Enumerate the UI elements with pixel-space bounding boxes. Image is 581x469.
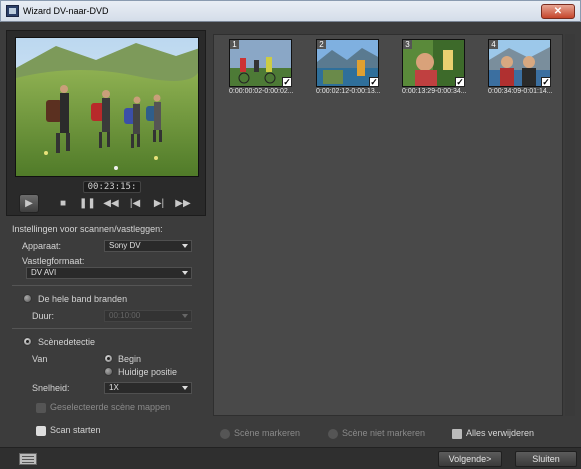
timecode-display: 00:23:15: <box>83 181 141 193</box>
from-begin-radio[interactable] <box>104 354 113 363</box>
previous-frame-icon[interactable]: |◀ <box>127 196 143 212</box>
device-select[interactable]: Sony DV <box>104 240 192 252</box>
cross-circle-icon <box>328 428 338 439</box>
scene-checkbox[interactable]: ✓ <box>541 77 551 87</box>
unmark-scenes-button[interactable]: Scène niet markeren <box>328 428 425 439</box>
title-bar: Wizard DV-naar-DVD ✕ <box>0 0 581 22</box>
close-button[interactable]: Sluiten <box>515 451 577 467</box>
trash-icon <box>452 428 462 439</box>
pause-icon[interactable]: ❚❚ <box>79 196 96 212</box>
scene-thumbnail[interactable]: 2 ✓ 0:00:02:12-0:00:13... <box>316 39 384 99</box>
skip-selected-button[interactable]: Geselecteerde scène mappen <box>36 402 170 413</box>
camcorder-icon <box>36 425 46 436</box>
device-label: Apparaat: <box>22 241 62 251</box>
rewind-icon[interactable]: ◀◀ <box>103 196 119 212</box>
divider <box>12 285 192 286</box>
from-current-label: Huidige positie <box>118 367 178 377</box>
chevron-down-icon <box>182 271 188 275</box>
divider <box>12 328 192 329</box>
scene-detection-radio[interactable] <box>23 337 32 346</box>
from-label: Van <box>32 354 48 364</box>
vertical-scrollbar[interactable] <box>565 34 575 416</box>
wizard-body: 00:23:15: ▶ ■ ❚❚ ◀◀ |◀ ▶| ▶▶ Instellinge… <box>0 22 581 469</box>
fast-forward-icon[interactable]: ▶▶ <box>175 196 191 212</box>
next-button[interactable]: Volgende> <box>438 451 502 467</box>
format-label: Vastlegformaat: <box>22 256 85 266</box>
duration-label: Duur: <box>32 311 55 321</box>
chevron-down-icon <box>182 244 188 248</box>
mark-scenes-button[interactable]: Scène markeren <box>220 428 300 439</box>
check-circle-icon <box>220 428 230 439</box>
settings-heading: Instellingen voor scannen/vastleggen: <box>12 224 163 234</box>
scene-checkbox[interactable]: ✓ <box>282 77 292 87</box>
stop-icon[interactable]: ■ <box>55 196 71 212</box>
window-title: Wizard DV-naar-DVD <box>23 6 109 16</box>
info-panel-icon[interactable] <box>19 453 37 465</box>
scene-checkbox[interactable]: ✓ <box>455 77 465 87</box>
chevron-down-icon <box>182 314 188 318</box>
scene-thumbnail[interactable]: 4 ✓ 0:00:34:09-0:01:14... <box>488 39 556 99</box>
chevron-down-icon <box>182 386 188 390</box>
burn-whole-tape-radio[interactable] <box>23 294 32 303</box>
duration-select[interactable]: 00:10:00 <box>104 310 192 322</box>
preview-panel: 00:23:15: ▶ ■ ❚❚ ◀◀ |◀ ▶| ▶▶ <box>6 30 206 216</box>
from-current-radio[interactable] <box>104 367 113 376</box>
speed-label: Snelheid: <box>32 383 70 393</box>
start-scan-button[interactable]: Scan starten <box>36 425 101 436</box>
remove-all-button[interactable]: Alles verwijderen <box>452 428 534 439</box>
scene-thumbnail[interactable]: 3 ✓ 0:00:13:29-0:00:34... <box>402 39 470 99</box>
from-begin-label: Begin <box>118 354 142 364</box>
camera-icon <box>36 402 46 413</box>
scene-detection-label: Scènedetectie <box>38 337 96 347</box>
play-icon[interactable]: ▶ <box>19 194 39 213</box>
scene-checkbox[interactable]: ✓ <box>369 77 379 87</box>
burn-whole-tape-label: De hele band branden <box>38 294 128 304</box>
close-window-button[interactable]: ✕ <box>541 4 575 19</box>
next-frame-icon[interactable]: ▶| <box>151 196 167 212</box>
scene-thumbnail[interactable]: 1 ✓ 0:00:00:02-0:00:02... <box>229 39 297 99</box>
playback-controls: ▶ ■ ❚❚ ◀◀ |◀ ▶| ▶▶ <box>19 194 199 213</box>
format-select[interactable]: DV AVI <box>26 267 192 279</box>
app-icon <box>6 5 19 17</box>
video-preview <box>15 37 199 177</box>
footer-bar: Volgende> Sluiten <box>0 447 581 469</box>
speed-select[interactable]: 1X <box>104 382 192 394</box>
